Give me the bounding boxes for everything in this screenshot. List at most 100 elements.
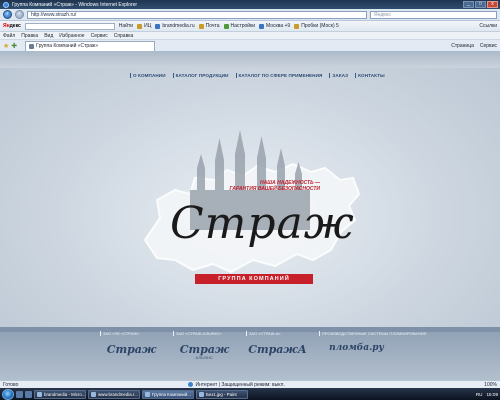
brand-caption: ПРОИЗВОДСТВЕННЫЕ СИСТЕМЫ ПЛОМБИРОВАНИЯ <box>319 331 426 336</box>
ic-icon <box>137 23 143 29</box>
strazh-logo[interactable]: Страж <box>170 198 355 249</box>
toolbar-item-label: Москва +9 <box>266 23 291 29</box>
menu-file[interactable]: Файл <box>3 33 15 39</box>
group-banner: ГРУППА КОМПАНИЙ <box>195 274 313 284</box>
brand-caption: ЗАО «СТРАЖ-А» <box>246 331 281 336</box>
favorites-star-icon[interactable]: ★ <box>3 42 9 50</box>
tab-label: Группа Компаний «Страж» <box>36 43 99 49</box>
yandex-logo-red: Ян <box>3 23 10 29</box>
quicklaunch-icon[interactable] <box>16 390 23 398</box>
search-placeholder: Яндекс <box>374 11 391 18</box>
task-brandmedia-word[interactable]: brandmedia - Micro... <box>34 389 86 399</box>
brand-logo: Страж <box>179 343 230 356</box>
toolbar-item-ic[interactable]: ИЦ <box>137 23 151 29</box>
brand-strazh-a[interactable]: ЗАО «СТРАЖ-А» СтражА <box>246 331 309 360</box>
toolbar-item-settings[interactable]: Настройки <box>223 23 256 29</box>
back-button[interactable]: ‹ <box>3 10 12 19</box>
status-bar: Готово Интернет | Защищенный режим: выкл… <box>0 380 500 388</box>
nav-catalog[interactable]: КАТАЛОГ ПРОДУКЦИИ <box>172 73 229 78</box>
menu-view[interactable]: Вид <box>44 33 53 39</box>
menu-favorites[interactable]: Избранное <box>59 33 84 39</box>
globe-icon <box>188 382 194 387</box>
task-brandmedia-site[interactable]: www.brandmedia.r... <box>88 389 140 399</box>
ie-icon <box>145 391 150 397</box>
menu-help[interactable]: Справка <box>114 33 134 39</box>
clock[interactable]: 15:09 <box>487 392 499 397</box>
brand-list: ЗАО «ПК «СТРАЖ» Страж ЗАО «СТРАЖ-АЛЬЯНС»… <box>100 331 426 360</box>
window-title: Группа Компаний «Страж» - Windows Intern… <box>12 1 138 8</box>
brand-logo: Страж <box>106 343 157 356</box>
zone-text: Интернет | Защищенный режим: выкл. <box>195 381 285 388</box>
security-zone[interactable]: Интернет | Защищенный режим: выкл. <box>188 381 285 388</box>
toolbar-item-mail[interactable]: Почта <box>198 23 220 29</box>
yandex-logo-black: декс <box>9 23 21 29</box>
tools-menu-button[interactable]: Сервис <box>480 43 497 49</box>
yandex-search-button[interactable]: Найти <box>119 23 133 29</box>
zoom-level[interactable]: 100% <box>484 382 497 388</box>
start-button[interactable] <box>2 388 14 400</box>
menu-bar: Файл Правка Вид Избранное Сервис Справка <box>0 32 500 40</box>
task-label: www.brandmedia.r... <box>98 391 138 397</box>
status-text: Готово <box>3 381 19 388</box>
site-icon <box>155 23 161 29</box>
favicon-icon <box>29 43 35 49</box>
task-label: Группа Компаний... <box>152 391 191 397</box>
paint-icon <box>199 391 204 397</box>
quicklaunch-icon[interactable] <box>25 390 32 398</box>
settings-icon <box>223 23 229 29</box>
links-button[interactable]: Ссылки <box>479 23 497 29</box>
task-strazh[interactable]: Группа Компаний... <box>142 389 194 399</box>
task-paint[interactable]: Без1.jpg - Paint <box>196 389 248 399</box>
add-favorites-icon[interactable]: ✚ <box>11 42 17 50</box>
brand-logo: СтражА <box>248 343 307 356</box>
address-bar: ‹ › http://www.strazh.ru/ Яндекс <box>0 9 500 21</box>
ie-icon <box>91 391 96 397</box>
nav-contacts[interactable]: КОНТАКТЫ <box>355 73 385 78</box>
mail-icon <box>198 23 204 29</box>
brand-caption: ЗАО «СТРАЖ-АЛЬЯНС» <box>173 331 221 336</box>
brand-caption: ЗАО «ПК «СТРАЖ» <box>100 331 139 336</box>
task-label: Без1.jpg - Paint <box>206 391 237 397</box>
weather-icon <box>259 23 265 29</box>
maximize-button[interactable]: □ <box>475 1 486 8</box>
nav-catalog-by-use[interactable]: КАТАЛОГ ПО СФЕРЕ ПРИМЕНЕНИЯ <box>235 73 323 78</box>
close-button[interactable]: x <box>487 1 498 8</box>
page-menu-button[interactable]: Страница <box>451 43 474 49</box>
brand-sub: АЛЬЯНС <box>195 356 214 360</box>
window-titlebar: Группа Компаний «Страж» - Windows Intern… <box>0 0 500 9</box>
search-field[interactable]: Яндекс <box>370 10 497 19</box>
forward-button[interactable]: › <box>15 10 24 19</box>
menu-edit[interactable]: Правка <box>21 33 38 39</box>
tab-bar: ★ ✚ Группа Компаний «Страж» Страница Сер… <box>0 40 500 52</box>
minimize-button[interactable]: _ <box>463 1 474 8</box>
brand-pk-strazh[interactable]: ЗАО «ПК «СТРАЖ» Страж <box>100 331 163 360</box>
yandex-toolbar: Яндекс Найти ИЦ brandmedia.ru Почта Наст… <box>0 21 500 32</box>
site-nav: О КОМПАНИИ КАТАЛОГ ПРОДУКЦИИ КАТАЛОГ ПО … <box>130 73 385 78</box>
task-label: brandmedia - Micro... <box>44 391 86 397</box>
taskbar: brandmedia - Micro... www.brandmedia.r..… <box>0 388 500 400</box>
slogan-line-2: ГАРАНТИЯ ВАШЕЙ БЕЗОПАСНОСТИ <box>229 186 320 192</box>
language-indicator[interactable]: RU <box>476 392 483 397</box>
command-bar: Страница Сервис <box>451 43 497 49</box>
toolbar-item-label: Почта <box>205 23 220 29</box>
traffic-icon <box>294 23 300 29</box>
brand-plomba[interactable]: ПРОИЗВОДСТВЕННЫЕ СИСТЕМЫ ПЛОМБИРОВАНИЯ п… <box>319 331 426 360</box>
brand-strazh-alliance[interactable]: ЗАО «СТРАЖ-АЛЬЯНС» Страж АЛЬЯНС <box>173 331 236 360</box>
nav-order[interactable]: ЗАКАЗ <box>329 73 348 78</box>
toolbar-item-label: brandmedia.ru <box>162 23 195 29</box>
yandex-logo[interactable]: Яндекс <box>3 23 21 29</box>
url-field[interactable]: http://www.strazh.ru/ <box>27 10 367 19</box>
menu-tools[interactable]: Сервис <box>91 33 108 39</box>
toolbar-item-label: Настройки <box>230 23 256 29</box>
tab-strazh[interactable]: Группа Компаний «Страж» <box>25 40 156 51</box>
yandex-search-input[interactable] <box>24 22 115 30</box>
word-icon <box>37 391 42 397</box>
slogan: НАША НАДЕЖНОСТЬ — ГАРАНТИЯ ВАШЕЙ БЕЗОПАС… <box>210 180 320 192</box>
toolbar-item-traffic[interactable]: Пробки (Моск) 5 <box>294 23 339 29</box>
toolbar-item-weather[interactable]: Москва +9 <box>259 23 290 29</box>
window-controls: _ □ x <box>463 1 498 8</box>
nav-about[interactable]: О КОМПАНИИ <box>130 73 166 78</box>
toolbar-item-brandmedia[interactable]: brandmedia.ru <box>155 23 195 29</box>
ie-icon <box>3 1 9 8</box>
toolbar-item-label: Пробки (Моск) 5 <box>301 23 339 29</box>
